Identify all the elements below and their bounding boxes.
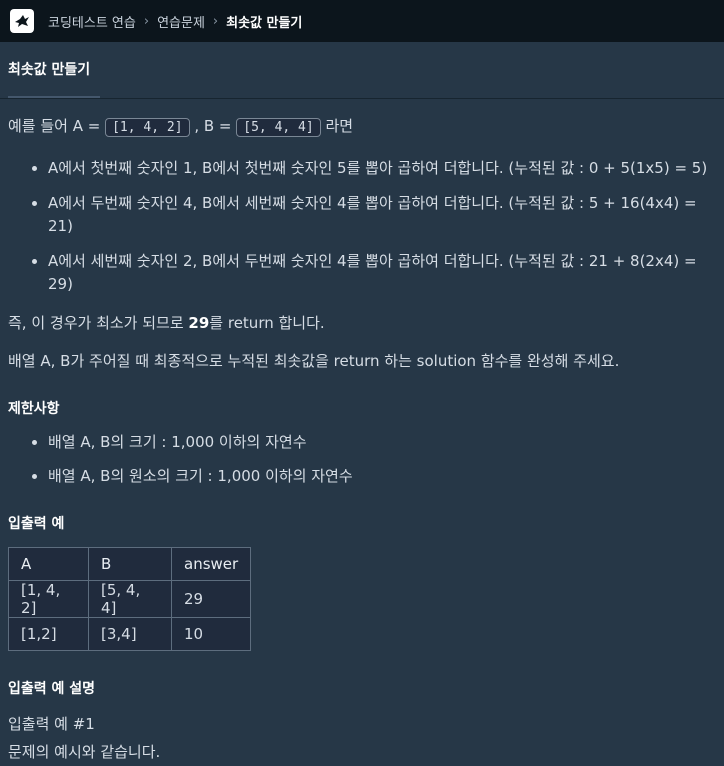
- column-header-answer: answer: [170, 547, 252, 581]
- intro-suffix: 라면: [320, 117, 354, 135]
- column-header-a: A: [8, 547, 89, 581]
- programmers-logo-icon[interactable]: [10, 9, 34, 33]
- step-item: A에서 세번째 숫자인 2, B에서 두번째 숫자인 4를 뽑아 곱하여 더합니…: [48, 250, 716, 296]
- table-cell: [1,2]: [8, 617, 89, 651]
- explanation-case-text: 문제의 예시와 같습니다.: [8, 743, 161, 761]
- breadcrumb-chevron-icon: ›: [212, 13, 219, 29]
- top-navigation-bar: 코딩테스트 연습 › 연습문제 › 최솟값 만들기: [0, 0, 724, 42]
- step-item: A에서 두번째 숫자인 4, B에서 세번째 숫자인 4를 뽑아 곱하여 더합니…: [48, 192, 716, 238]
- table-cell: 10: [170, 617, 252, 651]
- array-a-code: [1, 4, 2]: [105, 118, 190, 137]
- step-item: A에서 첫번째 숫자인 1, B에서 첫번째 숫자인 5를 뽑아 곱하여 더합니…: [48, 157, 716, 180]
- intro-mid: , B =: [189, 117, 237, 135]
- array-b-code: [5, 4, 4]: [236, 118, 321, 137]
- conclusion-answer: 29: [188, 314, 210, 332]
- explanation-case-title: 입출력 예 #1: [8, 715, 95, 733]
- tab-problem-title[interactable]: 최솟값 만들기: [8, 42, 100, 98]
- table-row: [1, 4, 2] [5, 4, 4] 29: [8, 580, 252, 618]
- steps-list: A에서 첫번째 숫자인 1, B에서 첫번째 숫자인 5를 뽑아 곱하여 더합니…: [8, 157, 716, 296]
- table-cell: [3,4]: [88, 617, 172, 651]
- table-header-row: A B answer: [8, 547, 252, 581]
- explanation-heading: 입출력 예 설명: [8, 681, 96, 697]
- constraints-heading: 제한사항: [8, 401, 60, 417]
- table-cell: [1, 4, 2]: [8, 580, 89, 618]
- breadcrumb-practice-problems[interactable]: 연습문제: [157, 12, 205, 31]
- conclusion-prefix: 즉, 이 경우가 최소가 되므로: [8, 314, 189, 332]
- breadcrumb-coding-test-practice[interactable]: 코딩테스트 연습: [48, 12, 136, 31]
- conclusion-suffix: 를 return 합니다.: [209, 314, 325, 332]
- examples-heading: 입출력 예: [8, 516, 65, 532]
- conclusion-paragraph: 즉, 이 경우가 최소가 되므로 29를 return 합니다.: [8, 312, 716, 334]
- table-cell: [5, 4, 4]: [88, 580, 172, 618]
- breadcrumb-current-problem: 최솟값 만들기: [226, 15, 303, 31]
- constraint-item: 배열 A, B의 원소의 크기 : 1,000 이하의 자연수: [48, 465, 716, 488]
- problem-tab-bar: 최솟값 만들기: [0, 42, 724, 99]
- breadcrumb-chevron-icon: ›: [143, 13, 150, 29]
- intro-paragraph: 예를 들어 A = [1, 4, 2] , B = [5, 4, 4] 라면: [8, 115, 716, 139]
- table-row: [1,2] [3,4] 10: [8, 617, 252, 651]
- examples-table: A B answer [1, 4, 2] [5, 4, 4] 29 [1,2] …: [8, 547, 252, 651]
- constraint-item: 배열 A, B의 크기 : 1,000 이하의 자연수: [48, 431, 716, 454]
- column-header-b: B: [88, 547, 172, 581]
- table-cell: 29: [170, 580, 252, 618]
- intro-prefix: 예를 들어 A =: [8, 117, 106, 135]
- task-paragraph: 배열 A, B가 주어질 때 최종적으로 누적된 최솟값을 return 하는 …: [8, 352, 620, 370]
- constraints-list: 배열 A, B의 크기 : 1,000 이하의 자연수 배열 A, B의 원소의…: [8, 431, 716, 488]
- problem-description: 예를 들어 A = [1, 4, 2] , B = [5, 4, 4] 라면 A…: [0, 115, 724, 763]
